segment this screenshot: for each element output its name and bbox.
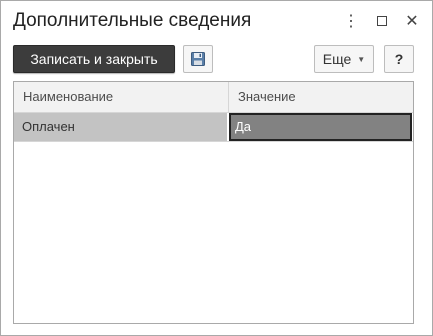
titlebar: Дополнительные сведения ⋮ ✕	[1, 1, 432, 41]
toolbar: Записать и закрыть Еще ▼ ?	[1, 45, 432, 73]
more-button[interactable]: Еще ▼	[314, 45, 374, 73]
table-row[interactable]: Оплачен Да	[14, 113, 413, 142]
chevron-down-icon: ▼	[357, 54, 366, 64]
name-cell[interactable]: Оплачен	[14, 113, 227, 141]
more-vertical-icon[interactable]: ⋮	[341, 11, 361, 31]
more-button-label: Еще	[322, 51, 352, 67]
floppy-disk-icon	[191, 52, 205, 66]
table-header: Наименование Значение	[14, 82, 413, 113]
window-title: Дополнительные сведения	[13, 10, 252, 31]
properties-table[interactable]: Наименование Значение Оплачен Да	[13, 81, 414, 324]
maximize-icon[interactable]	[372, 11, 392, 31]
save-and-close-button[interactable]: Записать и закрыть	[13, 45, 175, 73]
column-header-value[interactable]: Значение	[229, 82, 413, 112]
column-header-name[interactable]: Наименование	[14, 82, 229, 112]
save-button[interactable]	[183, 45, 213, 73]
dialog-window: Дополнительные сведения ⋮ ✕ Записать и з…	[0, 0, 433, 336]
close-icon[interactable]: ✕	[402, 11, 422, 31]
value-cell[interactable]: Да	[229, 113, 412, 141]
help-button[interactable]: ?	[384, 45, 414, 73]
